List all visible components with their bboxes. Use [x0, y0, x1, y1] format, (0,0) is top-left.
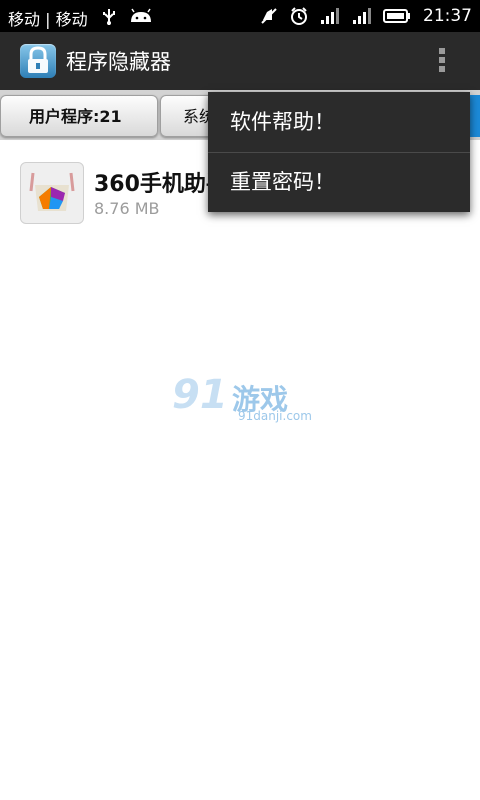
watermark-url: 91danji.com [238, 409, 312, 423]
watermark-logo: 91 游戏 91danji.com [172, 372, 312, 428]
clock: 21:37 [423, 6, 472, 26]
status-bar: 移动 | 移动 21:37 [0, 0, 480, 32]
app-size: 8.76 MB [94, 199, 160, 218]
signal-icon [351, 6, 373, 26]
battery-icon [383, 8, 411, 24]
alarm-icon [289, 6, 309, 26]
overflow-menu-icon[interactable] [436, 48, 448, 76]
status-icons: 21:37 [259, 5, 472, 27]
menu-item-help[interactable]: 软件帮助！ [208, 92, 470, 152]
app-icon [20, 162, 84, 224]
mute-icon [259, 6, 279, 26]
menu-item-reset-password[interactable]: 重置密码！ [208, 152, 470, 212]
tab-user-programs[interactable]: 用户程序:21 [0, 95, 158, 137]
android-icon [128, 8, 154, 26]
signal-icon [319, 6, 341, 26]
app-title: 程序隐藏器 [66, 50, 171, 74]
usb-icon [100, 8, 118, 26]
watermark-number: 91 [172, 372, 228, 418]
carrier-label: 移动 | 移动 [8, 10, 88, 29]
overflow-menu: 软件帮助！ 重置密码！ [208, 92, 470, 212]
lock-icon[interactable] [20, 44, 56, 78]
